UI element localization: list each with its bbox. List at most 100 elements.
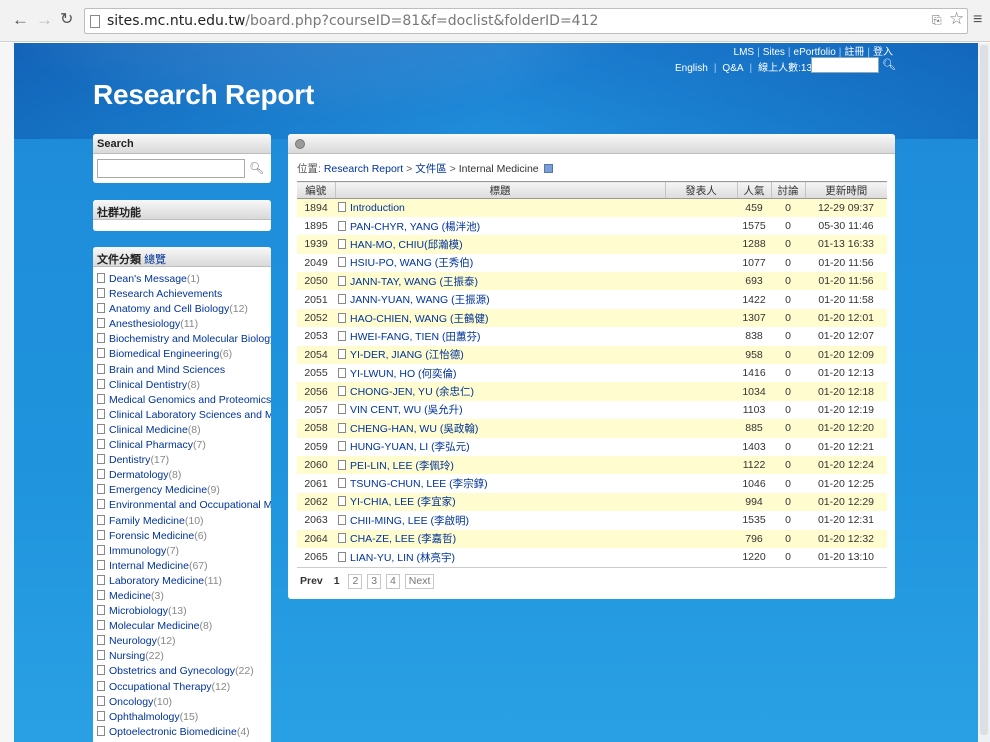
folder-item[interactable]: Biomedical Engineering(6) (97, 347, 271, 362)
row-title[interactable]: YI-CHIA, LEE (李宜家) (350, 496, 456, 508)
reload-icon[interactable]: ↻ (60, 10, 73, 30)
column-header-id[interactable]: 編號 (297, 181, 335, 199)
folder-label[interactable]: Anatomy and Cell Biology (109, 303, 229, 315)
pager-page-2[interactable]: 2 (348, 574, 363, 589)
folder-label[interactable]: Emergency Medicine (109, 484, 207, 496)
folder-item[interactable]: Medical Genomics and Proteomics(5 (97, 393, 271, 408)
row-title[interactable]: PEI-LIN, LEE (李佩玲) (350, 460, 454, 472)
folder-item[interactable]: Neurology(12) (97, 634, 271, 649)
row-title[interactable]: CHENG-HAN, WU (吳政翰) (350, 423, 478, 435)
folder-item[interactable]: Obstetrics and Gynecology(22) (97, 664, 271, 679)
row-title[interactable]: Introduction (350, 202, 405, 214)
row-title[interactable]: HAO-CHIEN, WANG (王鶴健) (350, 313, 488, 325)
panel-collapse-icon[interactable] (295, 139, 305, 149)
row-title[interactable]: CHII-MING, LEE (李啟明) (350, 515, 469, 527)
folder-label[interactable]: Optoelectronic Biomedicine (109, 726, 237, 738)
folder-item[interactable]: Dermatology(8) (97, 468, 271, 483)
row-title[interactable]: VIN CENT, WU (吳允升) (350, 404, 463, 416)
folder-item[interactable]: Nursing(22) (97, 649, 271, 664)
row-title[interactable]: HSIU-PO, WANG (王秀伯) (350, 257, 473, 269)
folder-item[interactable]: Medicine(3) (97, 589, 271, 604)
folder-label[interactable]: Environmental and Occupational Me (109, 499, 271, 511)
row-title[interactable]: CHA-ZE, LEE (李嘉哲) (350, 533, 456, 545)
row-title[interactable]: PAN-CHYR, YANG (楊泮池) (350, 221, 480, 233)
folder-item[interactable]: Dentistry(17) (97, 453, 271, 468)
folder-label[interactable]: Dentistry (109, 454, 150, 466)
folder-label[interactable]: Neurology (109, 635, 157, 647)
top-link-sites[interactable]: Sites (760, 47, 788, 58)
folder-label[interactable]: Clinical Dentistry (109, 379, 187, 391)
folder-item[interactable]: Family Medicine(10) (97, 514, 271, 529)
folder-label[interactable]: Brain and Mind Sciences (109, 364, 225, 376)
row-title[interactable]: HAN-MO, CHIU(邱瀚模) (350, 239, 463, 251)
folder-label[interactable]: Clinical Pharmacy (109, 439, 193, 451)
folder-item[interactable]: Immunology(7) (97, 544, 271, 559)
folder-item[interactable]: Clinical Pharmacy(7) (97, 438, 271, 453)
folder-item[interactable]: Anesthesiology(11) (97, 317, 271, 332)
folder-item[interactable]: Molecular Medicine(8) (97, 619, 271, 634)
row-title[interactable]: JANN-YUAN, WANG (王振源) (350, 294, 490, 306)
top-link-english[interactable]: English (672, 63, 711, 74)
folder-item[interactable]: Brain and Mind Sciences (97, 363, 271, 378)
folder-label[interactable]: Internal Medicine (109, 560, 189, 572)
folder-item[interactable]: Optoelectronic Biomedicine(4) (97, 725, 271, 740)
folder-label[interactable]: Immunology (109, 545, 166, 557)
folder-label[interactable]: Nursing (109, 650, 145, 662)
folder-label[interactable]: Occupational Therapy (109, 681, 212, 693)
folder-item[interactable]: Anatomy and Cell Biology(12) (97, 302, 271, 317)
folder-item[interactable]: Laboratory Medicine(11) (97, 574, 271, 589)
pager-page-4[interactable]: 4 (386, 574, 400, 589)
folder-label[interactable]: Clinical Medicine (109, 424, 188, 436)
folder-item[interactable]: Clinical Dentistry(8) (97, 378, 271, 393)
column-header-author[interactable]: 發表人 (664, 181, 737, 199)
folder-label[interactable]: Oncology (109, 696, 153, 708)
row-title[interactable]: LIAN-YU, LIN (林亮宇) (350, 552, 455, 564)
translate-icon[interactable]: ⎘ (932, 13, 942, 28)
folder-item[interactable]: Dean's Message(1) (97, 272, 271, 287)
folder-item[interactable]: Environmental and Occupational Me (97, 498, 271, 513)
folder-label[interactable]: Dermatology (109, 469, 169, 481)
column-header-updated[interactable]: 更新時間 (804, 181, 887, 199)
row-title[interactable]: HWEI-FANG, TIEN (田蕙芬) (350, 331, 480, 343)
folder-label[interactable]: Microbiology (109, 605, 168, 617)
folder-item[interactable]: Forensic Medicine(6) (97, 529, 271, 544)
top-link-qa[interactable]: Q&A (719, 63, 746, 74)
folder-item[interactable]: Biochemistry and Molecular Biology( (97, 332, 271, 347)
row-title[interactable]: JANN-TAY, WANG (王振泰) (350, 276, 478, 288)
browser-menu-icon[interactable]: ≡ (973, 10, 982, 30)
folder-label[interactable]: Molecular Medicine (109, 620, 199, 632)
folder-item[interactable]: Occupational Therapy(12) (97, 680, 271, 695)
folder-item[interactable]: Research Achievements (97, 287, 271, 302)
pager-page-3[interactable]: 3 (367, 574, 382, 589)
column-header-title[interactable]: 標題 (334, 181, 665, 199)
address-bar[interactable]: sites.mc.ntu.edu.tw/board.php?courseID=8… (84, 8, 968, 34)
row-title[interactable]: TSUNG-CHUN, LEE (李宗錞) (350, 478, 488, 490)
pager-prev[interactable]: Prev (300, 575, 323, 587)
folder-item[interactable]: Clinical Laboratory Sciences and Me (97, 408, 271, 423)
search-icon[interactable]: 🔍︎ (882, 58, 896, 71)
breadcrumb-folder-link[interactable]: 文件區 (415, 163, 447, 175)
url-text[interactable]: sites.mc.ntu.edu.tw/board.php?courseID=8… (107, 13, 598, 29)
back-arrow-icon[interactable]: ← (12, 10, 29, 30)
folder-label[interactable]: Medicine (109, 590, 151, 602)
row-title[interactable]: YI-LWUN, HO (何奕倫) (350, 368, 457, 380)
top-link-lms[interactable]: LMS (731, 47, 758, 58)
folder-item[interactable]: Ophthalmology(15) (97, 710, 271, 725)
folder-item[interactable]: Emergency Medicine(9) (97, 483, 271, 498)
folder-item[interactable]: Internal Medicine(67) (97, 559, 271, 574)
folder-label[interactable]: Medical Genomics and Proteomics (109, 394, 271, 406)
scrollbar-thumb[interactable] (980, 45, 988, 735)
search-icon[interactable]: 🔍︎ (249, 161, 264, 175)
row-title[interactable]: YI-DER, JIANG (江怡德) (350, 349, 464, 361)
folder-label[interactable]: Laboratory Medicine (109, 575, 204, 587)
sidebar-docs-overview-link[interactable]: 總覽 (144, 254, 166, 266)
row-title[interactable]: HUNG-YUAN, LI (李弘元) (350, 441, 470, 453)
row-title[interactable]: CHONG-JEN, YU (余忠仁) (350, 386, 474, 398)
folder-label[interactable]: Family Medicine (109, 515, 185, 527)
bookmark-star-icon[interactable]: ☆ (949, 9, 964, 29)
folder-item[interactable]: Clinical Medicine(8) (97, 423, 271, 438)
folder-label[interactable]: Anesthesiology (109, 318, 180, 330)
breadcrumb-root-link[interactable]: Research Report (324, 163, 403, 175)
sidebar-search-input[interactable] (97, 159, 245, 178)
folder-label[interactable]: Biochemistry and Molecular Biology (109, 333, 271, 345)
